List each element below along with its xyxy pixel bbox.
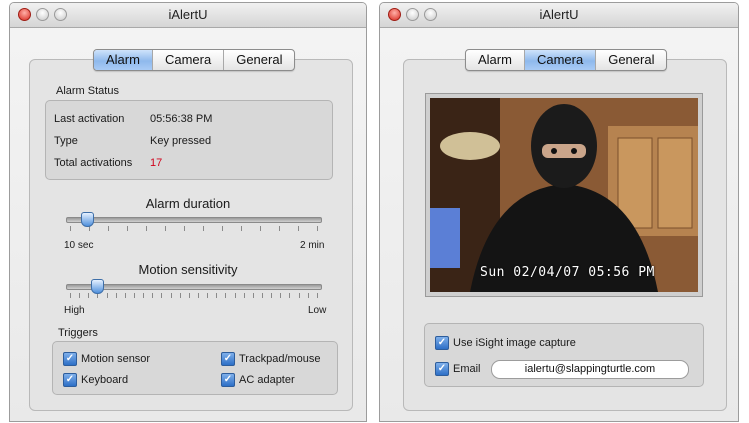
checkbox-ac-adapter[interactable]: ✓: [221, 373, 235, 387]
tab-bar: Alarm Camera General: [93, 49, 296, 71]
checkbox-motion-sensor[interactable]: ✓: [63, 352, 77, 366]
checkbox-keyboard[interactable]: ✓: [63, 373, 77, 387]
trigger-label: Trackpad/mouse: [239, 353, 321, 365]
use-isight-option[interactable]: ✓ Use iSight image capture: [435, 336, 576, 350]
tab-general[interactable]: General: [224, 50, 294, 70]
motion-sensitivity-min-label: High: [64, 305, 85, 316]
motion-sensitivity-slider-knob[interactable]: [90, 279, 104, 294]
minimize-button[interactable]: [406, 8, 419, 21]
alarm-duration-slider-knob[interactable]: [80, 212, 94, 227]
trigger-motion-sensor[interactable]: ✓ Motion sensor: [63, 352, 150, 366]
type-value: Key pressed: [150, 135, 212, 147]
minimize-button[interactable]: [36, 8, 49, 21]
tab-alarm[interactable]: Alarm: [94, 50, 153, 70]
camera-preview-frame: Sun 02/04/07 05:56 PM: [425, 93, 703, 297]
type-label: Type: [54, 135, 78, 147]
window-title: iAlertU: [539, 7, 579, 22]
email-option[interactable]: ✓ Email: [435, 362, 481, 376]
alarm-status-heading: Alarm Status: [56, 85, 119, 97]
camera-window: iAlertU Alarm Camera General Sun 02/04/0…: [379, 2, 739, 422]
checkbox-email[interactable]: ✓: [435, 362, 449, 376]
window-title: iAlertU: [168, 7, 208, 22]
alarm-status-box: Last activation 05:56:38 PM Type Key pre…: [45, 100, 333, 180]
alarm-window: iAlertU Alarm Camera General Alarm Statu…: [9, 2, 367, 422]
last-activation-label: Last activation: [54, 113, 125, 125]
tab-bar: Alarm Camera General: [465, 49, 668, 71]
camera-preview-image: Sun 02/04/07 05:56 PM: [430, 98, 698, 292]
motion-sensitivity-ticks: [70, 293, 318, 298]
tab-camera[interactable]: Camera: [524, 50, 597, 70]
email-field[interactable]: ialertu@slappingturtle.com: [491, 360, 689, 379]
close-button[interactable]: [388, 8, 401, 21]
checkbox-use-isight[interactable]: ✓: [435, 336, 449, 350]
triggers-box: ✓ Motion sensor ✓ Trackpad/mouse ✓ Keybo…: [52, 341, 338, 395]
use-isight-label: Use iSight image capture: [453, 337, 576, 349]
trigger-label: AC adapter: [239, 374, 295, 386]
total-activations-label: Total activations: [54, 157, 133, 169]
camera-timestamp: Sun 02/04/07 05:56 PM: [480, 265, 655, 280]
motion-sensitivity-title: Motion sensitivity: [138, 262, 238, 277]
motion-sensitivity-max-label: Low: [308, 305, 327, 316]
alarm-duration-ticks: [70, 226, 318, 231]
trigger-label: Motion sensor: [81, 353, 151, 365]
checkbox-trackpad-mouse[interactable]: ✓: [221, 352, 235, 366]
alarm-duration-title: Alarm duration: [145, 196, 231, 211]
camera-scene: [430, 98, 698, 292]
title-bar[interactable]: iAlertU: [10, 3, 366, 28]
zoom-button[interactable]: [54, 8, 67, 21]
tab-camera[interactable]: Camera: [153, 50, 225, 70]
trigger-keyboard[interactable]: ✓ Keyboard: [63, 373, 128, 387]
email-label: Email: [453, 363, 481, 375]
motion-sensitivity-track[interactable]: [66, 284, 322, 290]
tab-alarm[interactable]: Alarm: [466, 50, 525, 70]
trigger-ac-adapter[interactable]: ✓ AC adapter: [221, 373, 295, 387]
alarm-duration-track[interactable]: [66, 217, 322, 223]
trigger-label: Keyboard: [81, 374, 129, 386]
alarm-duration-max-label: 2 min: [300, 240, 325, 251]
close-button[interactable]: [18, 8, 31, 21]
alarm-duration-min-label: 10 sec: [64, 240, 94, 251]
triggers-heading: Triggers: [58, 327, 98, 339]
total-activations-value: 17: [150, 157, 163, 169]
zoom-button[interactable]: [424, 8, 437, 21]
trigger-trackpad-mouse[interactable]: ✓ Trackpad/mouse: [221, 352, 321, 366]
title-bar[interactable]: iAlertU: [380, 3, 738, 28]
last-activation-value: 05:56:38 PM: [150, 113, 213, 125]
tab-general[interactable]: General: [596, 50, 666, 70]
